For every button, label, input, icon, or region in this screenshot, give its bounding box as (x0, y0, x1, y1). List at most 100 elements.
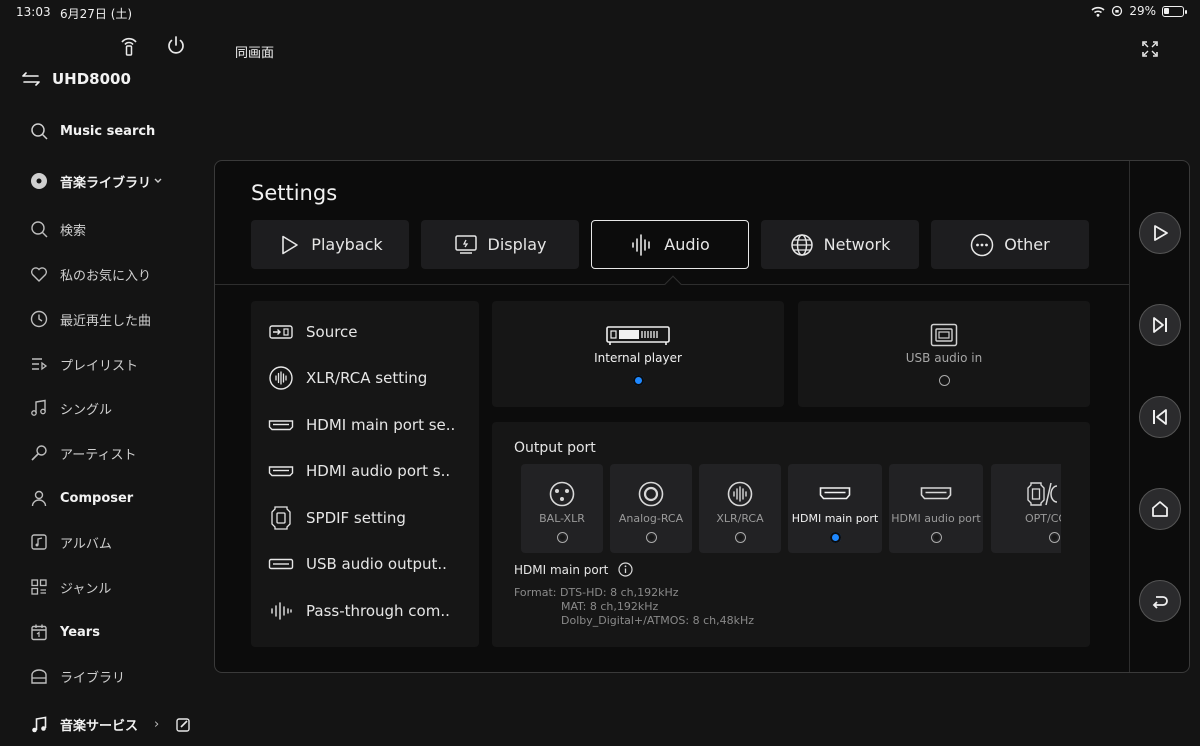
menu-item-xlr-rca[interactable]: XLR/RCA setting (268, 365, 427, 391)
play-icon (1154, 225, 1168, 241)
sidebar-item-music-search[interactable]: Music search (30, 120, 155, 142)
sidebar-item-album[interactable]: アルバム (30, 531, 112, 553)
port-radio[interactable] (734, 532, 746, 543)
return-icon (1152, 596, 1168, 609)
heart-icon (30, 267, 48, 282)
port-radio[interactable] (930, 532, 942, 543)
menu-item-label: Pass-through com.. (306, 602, 450, 620)
menu-item-hdmi-main[interactable]: HDMI main port se.. (268, 412, 455, 438)
sidebar-item-music-service[interactable]: 音楽サービス › (30, 715, 191, 734)
source-input-icon (269, 325, 293, 339)
port-label: HDMI audio port (891, 512, 981, 525)
port-bal-xlr[interactable]: BAL-XLR (521, 464, 603, 553)
source-label: USB audio in (905, 351, 983, 365)
tab-playback[interactable]: Playback (251, 220, 409, 269)
sidebar-item-recent[interactable]: 最近再生した曲 (30, 308, 151, 330)
menu-item-label: HDMI audio port s.. (306, 462, 451, 480)
sidebar-item-label: 私のお気に入り (60, 268, 152, 284)
menu-item-spdif[interactable]: SPDIF setting (268, 505, 406, 531)
output-port-title: Output port (514, 440, 596, 456)
port-hdmi-main[interactable]: HDMI main port (788, 464, 882, 553)
power-icon[interactable] (165, 34, 187, 56)
sidebar-item-playlist[interactable]: プレイリスト (30, 353, 138, 375)
sidebar-item-years[interactable]: Years (30, 621, 100, 643)
grid-icon (31, 579, 47, 595)
source-label: Internal player (594, 351, 682, 365)
tab-other[interactable]: Other (931, 220, 1089, 269)
device-switcher[interactable]: UHD8000 (22, 70, 131, 88)
calendar-icon (31, 624, 47, 641)
tab-audio[interactable]: Audio (591, 220, 749, 269)
menu-item-usb-audio-output[interactable]: USB audio output.. (268, 551, 447, 577)
remote-signal-icon[interactable] (118, 34, 140, 56)
tab-label: Playback (311, 235, 383, 254)
port-radio[interactable] (1049, 532, 1060, 543)
sidebar-item-artist[interactable]: アーティスト (30, 442, 136, 464)
sidebar-item-label: 音楽ライブラリ (60, 175, 152, 191)
sidebar-item-single[interactable]: シングル (30, 397, 112, 419)
sidebar-item-label: アルバム (60, 536, 112, 552)
display-icon (454, 234, 477, 254)
source-radio-selected[interactable] (632, 375, 644, 386)
home-icon (1152, 501, 1168, 517)
home-button[interactable] (1139, 488, 1181, 530)
library-icon (31, 669, 47, 684)
usb-port-icon (930, 323, 958, 347)
sidebar-item-label: Years (60, 624, 100, 640)
menu-item-hdmi-audio[interactable]: HDMI audio port s.. (268, 458, 450, 484)
sidebar-item-library[interactable]: ライブラリ (30, 665, 125, 687)
device-name: UHD8000 (52, 70, 131, 88)
page-title: 同画面 (235, 46, 275, 61)
panel-divider (1129, 161, 1130, 672)
person-icon (31, 490, 47, 507)
port-hdmi-audio[interactable]: HDMI audio port (889, 464, 983, 553)
tab-display[interactable]: Display (421, 220, 579, 269)
play-button[interactable] (1139, 212, 1181, 254)
search-icon (31, 221, 48, 238)
sidebar-item-label: アーティスト (60, 447, 137, 463)
format-label: Format: (514, 586, 557, 599)
edit-icon[interactable] (175, 717, 191, 733)
port-radio[interactable] (645, 532, 657, 543)
port-xlr-rca[interactable]: XLR/RCA (699, 464, 781, 553)
output-port-section: Output port BAL-XLR Analog-RCA XLR/RCA H… (492, 422, 1090, 647)
output-port-list[interactable]: BAL-XLR Analog-RCA XLR/RCA HDMI main por… (521, 464, 1061, 554)
status-date: 6月27日 (土) (60, 7, 133, 21)
info-icon[interactable] (618, 562, 633, 577)
menu-item-pass-through[interactable]: Pass-through com.. (268, 598, 450, 624)
sidebar-item-music-library[interactable]: 音楽ライブラリ (30, 170, 163, 192)
port-label: OPT/COAX (1025, 512, 1061, 525)
sidebar-item-label: プレイリスト (60, 358, 139, 374)
microphone-icon (31, 445, 47, 461)
port-radio-selected[interactable] (829, 532, 841, 543)
sidebar-item-favorites[interactable]: 私のお気に入り (30, 263, 151, 285)
sidebar-item-search[interactable]: 検索 (30, 218, 86, 240)
sidebar-item-label: 検索 (60, 223, 87, 239)
menu-item-label: USB audio output.. (306, 555, 447, 573)
back-button[interactable] (1139, 580, 1181, 622)
sidebar-item-label: Composer (60, 490, 134, 506)
player-device-icon (606, 326, 670, 345)
source-radio[interactable] (938, 375, 950, 386)
next-track-button[interactable] (1139, 304, 1181, 346)
source-card-usb-audio-in[interactable]: USB audio in (798, 301, 1090, 407)
fullscreen-icon[interactable] (1140, 39, 1160, 59)
port-radio[interactable] (556, 532, 568, 543)
tab-network[interactable]: Network (761, 220, 919, 269)
port-analog-rca[interactable]: Analog-RCA (610, 464, 692, 553)
hdmi-icon (268, 466, 294, 477)
menu-item-source[interactable]: Source (268, 319, 358, 345)
hdmi-icon (819, 487, 851, 500)
source-card-internal-player[interactable]: Internal player (492, 301, 784, 407)
disc-icon (31, 173, 47, 189)
menu-item-label: SPDIF setting (306, 509, 406, 527)
sidebar-item-composer[interactable]: Composer (30, 487, 133, 509)
sidebar-item-genre[interactable]: ジャンル (30, 576, 111, 598)
waveform-icon (271, 602, 292, 620)
search-icon (31, 123, 48, 140)
battery-percent: 29% (1129, 4, 1156, 18)
port-opt-coax[interactable]: OPT/COAX (991, 464, 1061, 553)
optical-coax-icon (1027, 482, 1057, 506)
previous-track-button[interactable] (1139, 396, 1181, 438)
wifi-icon (1091, 6, 1105, 17)
